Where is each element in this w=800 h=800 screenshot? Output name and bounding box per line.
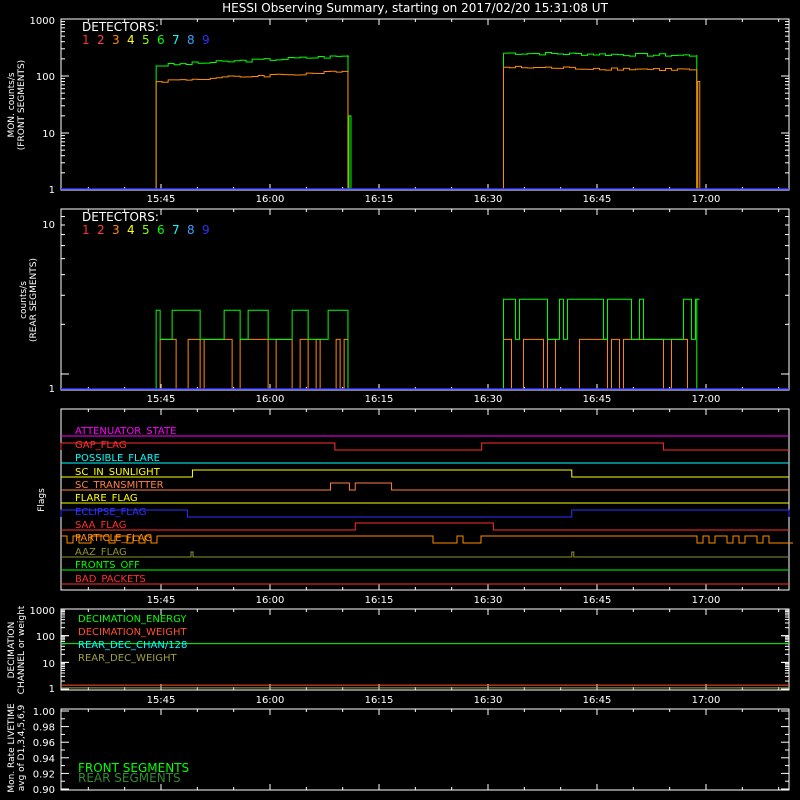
- detector-numbers: 123456789: [82, 33, 210, 47]
- x-tick-label: 16:45: [583, 194, 612, 205]
- front-ytick-100: 100: [36, 72, 55, 83]
- flag-label: AAZ_FLAG: [75, 547, 127, 558]
- x-tick-label: 15:45: [147, 695, 176, 706]
- decimation-legend-item: DECIMATION_ENERGY: [78, 614, 187, 625]
- livetime-legend-rear: REAR SEGMENTS: [78, 771, 181, 785]
- detector-number: 6: [157, 223, 165, 237]
- front-ylabel-line2: (FRONT SEGMENTS): [17, 60, 27, 150]
- livetime-y-tick-label: 0.94: [33, 754, 55, 765]
- rear-ylabel-line2: (REAR SEGMENTS): [29, 258, 39, 342]
- flag-label: GAP_FLAG: [75, 440, 127, 451]
- front-ytick-10: 10: [42, 129, 55, 140]
- x-tick-label: 16:15: [365, 194, 394, 205]
- flag-label: SC_IN_SUNLIGHT: [75, 467, 161, 478]
- dec-ylabel-line1: DECIMATION: [7, 622, 17, 679]
- front-ytick-1000: 1000: [30, 16, 55, 27]
- flag-label: ECLIPSE_FLAG: [75, 507, 146, 518]
- flags-ylabel: Flags: [37, 488, 47, 512]
- x-tick-label: 15:45: [147, 595, 176, 606]
- livetime-y-tick-label: 0.92: [33, 769, 55, 780]
- detector-number: 6: [157, 33, 165, 47]
- rear-ytick-1: 1: [49, 384, 55, 395]
- x-tick-label: 16:30: [474, 194, 503, 205]
- detector-number: 8: [187, 33, 195, 47]
- plot-title: HESSI Observing Summary, starting on 201…: [222, 1, 608, 15]
- x-tick-label: 17:00: [692, 595, 721, 606]
- detector-number: 8: [187, 223, 195, 237]
- hessi-summary-plot: HESSI Observing Summary, starting on 201…: [0, 0, 800, 800]
- x-tick-label: 16:15: [365, 595, 394, 606]
- x-tick-label: 17:00: [692, 394, 721, 405]
- detector-number: 7: [172, 223, 180, 237]
- x-tick-label: 16:30: [474, 595, 503, 606]
- x-tick-label: 17:00: [692, 695, 721, 706]
- plot-canvas: HESSI Observing Summary, starting on 201…: [0, 0, 800, 800]
- livetime-y-tick-label: 0.96: [33, 738, 55, 749]
- detector-number: 2: [97, 223, 105, 237]
- flag-label: ATTENUATOR_STATE: [75, 426, 176, 437]
- detector-number: 7: [172, 33, 180, 47]
- decimation-legend-item: REAR_DEC_WEIGHT: [78, 653, 177, 664]
- detector-number: 1: [82, 33, 90, 47]
- x-tick-label: 16:00: [256, 194, 285, 205]
- detector-number: 4: [127, 33, 135, 47]
- x-tick-label: 16:30: [474, 394, 503, 405]
- flag-label: BAD_PACKETS: [75, 574, 146, 585]
- x-tick-label: 16:45: [583, 695, 612, 706]
- detector-number: 2: [97, 33, 105, 47]
- decimation-legend-item: DECIMATION_WEIGHT: [78, 627, 187, 638]
- detector-number: 4: [127, 223, 135, 237]
- rear-ylabel-line1: counts/s: [19, 281, 29, 319]
- detector-number: 5: [142, 223, 150, 237]
- decimation-legend-item: REAR_DEC_CHAN/128: [78, 640, 187, 651]
- live-ylabel-line2: avg of D1,3,4,5,6,9: [17, 704, 27, 791]
- x-tick-label: 15:45: [147, 194, 176, 205]
- detector-number: 1: [82, 223, 90, 237]
- x-tick-label: 16:15: [365, 394, 394, 405]
- x-tick-label: 16:45: [583, 394, 612, 405]
- flag-label: SAA_FLAG: [75, 520, 126, 531]
- livetime-y-tick-label: 0.90: [33, 785, 55, 796]
- x-tick-label: 16:15: [365, 695, 394, 706]
- flag-label: PARTICLE_FLAG: [75, 533, 152, 544]
- x-tick-label: 16:45: [583, 595, 612, 606]
- detector-number: 9: [202, 223, 210, 237]
- x-tick-label: 16:30: [474, 695, 503, 706]
- detector-number: 9: [202, 33, 210, 47]
- flag-label: FLARE_FLAG: [75, 493, 138, 504]
- front-ytick-1: 1: [49, 185, 55, 196]
- x-tick-label: 16:00: [256, 394, 285, 405]
- x-tick-label: 15:45: [147, 394, 176, 405]
- dec-ytick-1: 1: [49, 684, 55, 695]
- detector-number: 5: [142, 33, 150, 47]
- livetime-y-tick-label: 1.00: [33, 707, 55, 718]
- background: [0, 0, 800, 800]
- flag-label: FRONTS_OFF: [75, 560, 140, 571]
- detector-number: 3: [112, 223, 120, 237]
- dec-ytick-10: 10: [42, 659, 55, 670]
- flag-label: POSSIBLE_FLARE: [75, 453, 160, 464]
- detector-numbers-rear: 123456789: [82, 223, 210, 237]
- front-ylabel-line1: MON. counts/s: [7, 72, 17, 137]
- dec-ylabel-line2: CHANNEL or weight: [17, 605, 27, 694]
- dec-ytick-100: 100: [36, 632, 55, 643]
- detectors-heading: DETECTORS:: [82, 20, 159, 34]
- x-tick-label: 16:00: [256, 695, 285, 706]
- detectors-heading-rear: DETECTORS:: [82, 210, 159, 224]
- livetime-y-tick-label: 0.98: [33, 723, 55, 734]
- x-tick-label: 17:00: [692, 194, 721, 205]
- live-ylabel-line1: Mon. Rate LIVETIME: [7, 703, 17, 793]
- dec-ytick-1000: 1000: [30, 606, 55, 617]
- x-tick-label: 16:00: [256, 595, 285, 606]
- detector-number: 3: [112, 33, 120, 47]
- rear-ytick-10: 10: [42, 220, 55, 231]
- flag-label: SC_TRANSMITTER: [75, 480, 164, 491]
